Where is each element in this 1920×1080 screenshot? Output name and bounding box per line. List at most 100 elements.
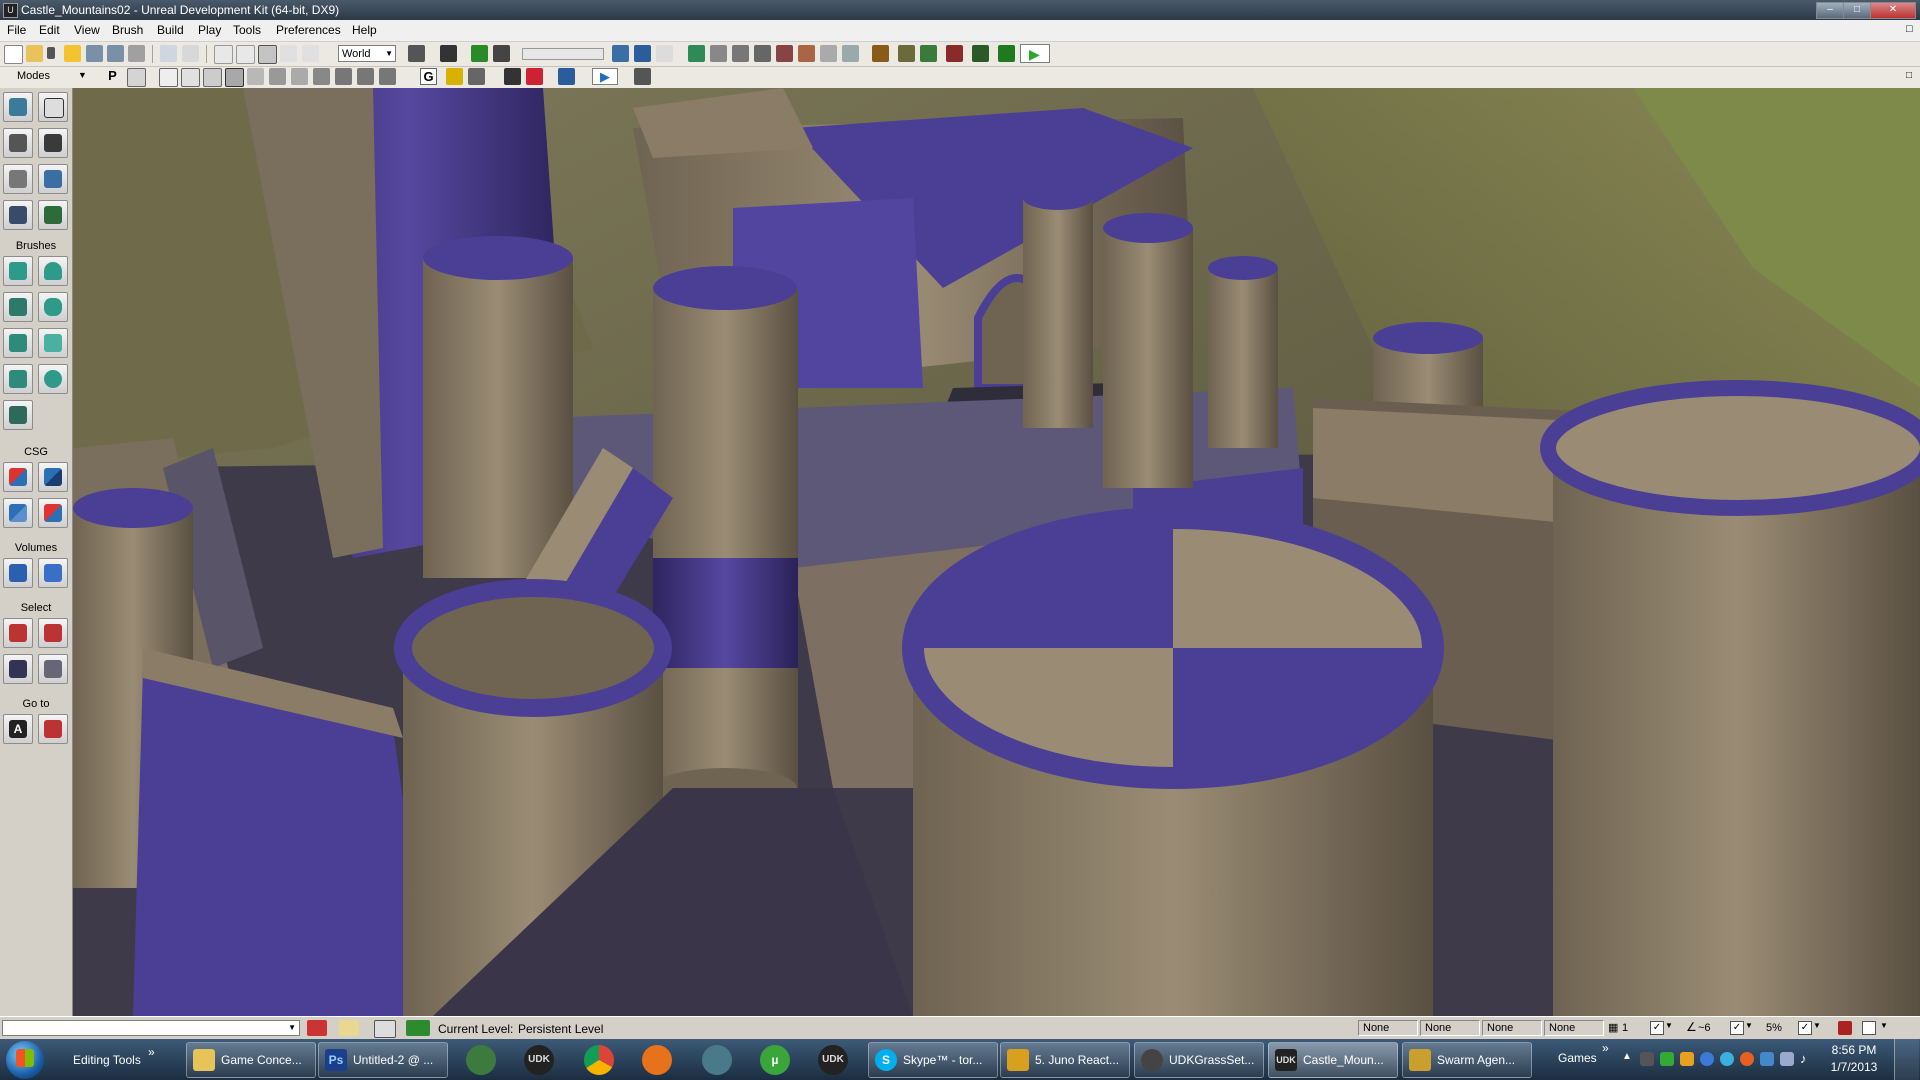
winamp-icon[interactable] — [466, 1045, 496, 1075]
texture-align-button[interactable] — [38, 128, 68, 158]
linear-stair-button[interactable] — [3, 328, 33, 358]
chevron-up-icon[interactable]: ▲ — [1622, 1051, 1632, 1062]
eye-icon[interactable] — [468, 68, 485, 85]
tray-icon[interactable] — [1660, 1052, 1674, 1066]
tray-icon[interactable] — [1680, 1052, 1694, 1066]
close-button[interactable]: ✕ — [1870, 2, 1916, 19]
save-all-icon[interactable] — [107, 45, 124, 62]
chevron-down-icon[interactable] — [47, 47, 55, 59]
open-icon[interactable] — [26, 45, 43, 62]
scale-icon[interactable] — [280, 45, 297, 62]
taskbar-item-juno-reactor[interactable]: 5. Juno React... — [1000, 1042, 1130, 1078]
taskbar-item-swarm-agent[interactable]: Swarm Agen... — [1402, 1042, 1532, 1078]
csg-add-button[interactable] — [3, 462, 33, 492]
landscape-mode-button[interactable] — [38, 164, 68, 194]
drag-grid-slider[interactable] — [522, 48, 604, 60]
pawn-icon[interactable] — [504, 68, 521, 85]
k-icon[interactable] — [471, 45, 488, 62]
command-input[interactable]: ▼ — [2, 1020, 300, 1036]
menu-help[interactable]: Help — [352, 23, 377, 37]
build-cover-icon[interactable] — [776, 45, 793, 62]
build-lighting-icon[interactable] — [732, 45, 749, 62]
start-button[interactable] — [6, 1041, 44, 1079]
restore-viewport-icon[interactable]: □ — [1906, 70, 1912, 81]
taskbar-item-castle-mountains[interactable]: UDK Castle_Moun... — [1268, 1042, 1398, 1078]
tray-icon[interactable] — [1780, 1052, 1794, 1066]
utorrent-icon[interactable]: µ — [760, 1045, 790, 1075]
menu-play[interactable]: Play — [198, 23, 221, 37]
lightmap-density-icon[interactable] — [357, 68, 374, 85]
fracture-mode-button[interactable] — [3, 200, 33, 230]
lock-icon[interactable] — [446, 68, 463, 85]
csg-deintersect-button[interactable] — [38, 498, 68, 528]
add-volume-button[interactable] — [3, 558, 33, 588]
select-invert-button[interactable] — [3, 654, 33, 684]
chevron-down-icon[interactable]: ▼ — [78, 70, 87, 80]
lighting-only-icon[interactable] — [269, 68, 286, 85]
grid-icon[interactable]: ▦ — [1608, 1021, 1618, 1034]
checkmark-icon[interactable] — [406, 1020, 430, 1036]
select-icon[interactable] — [214, 45, 233, 64]
chevron-down-icon[interactable]: ▼ — [1880, 1021, 1888, 1030]
foliage-mode-button[interactable] — [38, 200, 68, 230]
udk-icon[interactable]: UDK — [524, 1045, 554, 1075]
chevron-down-icon[interactable]: ▼ — [1745, 1021, 1753, 1030]
goto-builder-brush-button[interactable] — [38, 714, 68, 744]
package-icon[interactable] — [898, 45, 915, 62]
perspective-toggle[interactable]: P — [104, 68, 121, 85]
book-icon[interactable] — [872, 45, 889, 62]
taskbar-item-game-concept[interactable]: Game Conce... — [186, 1042, 316, 1078]
games-toolbar-label[interactable]: Games — [1558, 1051, 1597, 1065]
hide-selected-button[interactable] — [38, 618, 68, 648]
shader-complexity-icon[interactable] — [335, 68, 352, 85]
mail-icon[interactable] — [642, 1045, 672, 1075]
kismet-icon[interactable] — [440, 45, 457, 62]
maximize-button[interactable]: □ — [1843, 2, 1871, 19]
menu-preferences[interactable]: Preferences — [276, 23, 341, 37]
taskbar-item-photoshop[interactable]: Ps Untitled-2 @ ... — [318, 1042, 448, 1078]
cube-brush-button[interactable] — [3, 256, 33, 286]
curved-stair-button[interactable] — [3, 292, 33, 322]
goto-actor-button[interactable]: A — [3, 714, 33, 744]
mesh-paint-button[interactable] — [3, 164, 33, 194]
menu-brush[interactable]: Brush — [112, 23, 143, 37]
autosave-checkbox[interactable] — [1862, 1021, 1876, 1035]
restore-menu-icon[interactable]: □ — [1906, 23, 1913, 35]
cylinder-brush-button[interactable] — [38, 292, 68, 322]
find-icon[interactable] — [408, 45, 425, 62]
cone-brush-button[interactable] — [38, 256, 68, 286]
spiral-stair-button[interactable] — [3, 364, 33, 394]
favorite-icon[interactable] — [64, 45, 81, 62]
maximize-viewport-icon[interactable] — [558, 68, 575, 85]
viewport-lock-icon[interactable] — [127, 68, 146, 87]
build-all-icon[interactable] — [798, 45, 815, 62]
chrome-icon[interactable] — [584, 1045, 614, 1075]
rotate-icon[interactable] — [258, 45, 277, 64]
play-in-editor-button[interactable]: ▶ — [1020, 44, 1050, 63]
taskbar-item-skype[interactable]: S Skype™ - tor... — [868, 1042, 998, 1078]
star-icon[interactable] — [656, 45, 673, 62]
save-level-icon[interactable] — [128, 45, 145, 62]
build-geometry-icon[interactable] — [710, 45, 727, 62]
clock-date[interactable]: 1/7/2013 — [1826, 1060, 1882, 1074]
minimize-button[interactable]: – — [1816, 2, 1844, 19]
scale-nonuniform-icon[interactable] — [302, 45, 319, 62]
unlit-icon[interactable] — [203, 68, 222, 87]
geometry-mode-button[interactable] — [38, 92, 68, 122]
volumetric-brush-button[interactable] — [3, 400, 33, 430]
camera-mode-button[interactable] — [3, 92, 33, 122]
cook-icon[interactable] — [920, 45, 937, 62]
kismet-run-icon[interactable] — [998, 45, 1015, 62]
grid-snap-checkbox[interactable]: ✓ — [1650, 1021, 1664, 1035]
realtime-icon[interactable] — [1838, 1021, 1852, 1035]
csg-intersect-button[interactable] — [3, 498, 33, 528]
level-icon[interactable] — [339, 1020, 359, 1036]
scale-snap-checkbox[interactable]: ✓ — [1798, 1021, 1812, 1035]
terrain-mode-button[interactable] — [3, 128, 33, 158]
steam-tray-icon[interactable] — [1640, 1052, 1654, 1066]
menu-build[interactable]: Build — [157, 23, 184, 37]
record-icon[interactable] — [946, 45, 963, 62]
menu-edit[interactable]: Edit — [39, 23, 60, 37]
volume-icon[interactable]: ♪ — [1800, 1051, 1807, 1066]
udk-icon[interactable]: UDK — [818, 1045, 848, 1075]
